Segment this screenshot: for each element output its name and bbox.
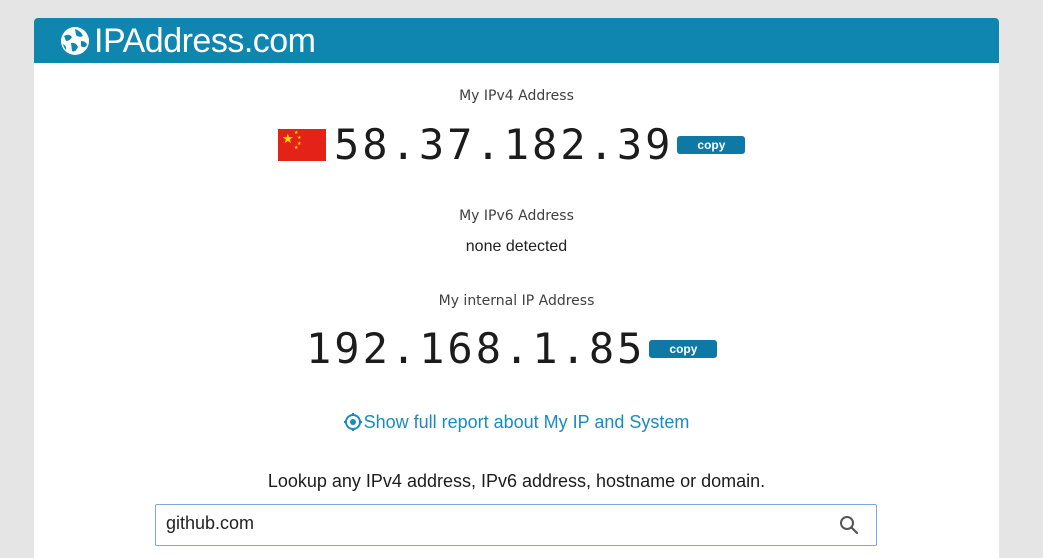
- ipv4-row: ★ ★ ★ ★ ★ 58.37.182.39 copy: [278, 120, 746, 169]
- ipv4-label: My IPv4 Address: [459, 88, 574, 104]
- main-card: IPAddress.com My IPv4 Address ★ ★ ★ ★ ★ …: [34, 18, 999, 558]
- internal-ip-row: 192.168.1.85 copy: [306, 324, 718, 373]
- internal-copy-button[interactable]: copy: [649, 339, 718, 358]
- china-flag-icon: ★ ★ ★ ★ ★: [278, 128, 326, 161]
- lookup-search-box[interactable]: [155, 504, 877, 546]
- ipv4-address[interactable]: 58.37.182.39: [334, 120, 673, 169]
- ipv4-copy-button[interactable]: copy: [677, 135, 746, 154]
- internal-ip-address[interactable]: 192.168.1.85: [306, 324, 645, 373]
- ipv6-label: My IPv6 Address: [459, 208, 574, 224]
- lookup-description: Lookup any IPv4 address, IPv6 address, h…: [267, 471, 766, 491]
- ipv6-value: none detected: [465, 238, 568, 255]
- full-report-link[interactable]: Show full report about My IP and System: [343, 412, 690, 432]
- globe-icon[interactable]: [58, 24, 92, 58]
- site-title[interactable]: IPAddress.com: [94, 24, 316, 58]
- internal-ip-label: My internal IP Address: [438, 293, 595, 309]
- lookup-search-input[interactable]: [166, 513, 806, 534]
- report-link-label[interactable]: Show full report about My IP and System: [364, 412, 690, 432]
- target-icon: [343, 413, 362, 431]
- site-header: IPAddress.com: [34, 18, 999, 63]
- search-icon[interactable]: [838, 514, 860, 536]
- report-link-row: Show full report about My IP and System: [34, 412, 999, 433]
